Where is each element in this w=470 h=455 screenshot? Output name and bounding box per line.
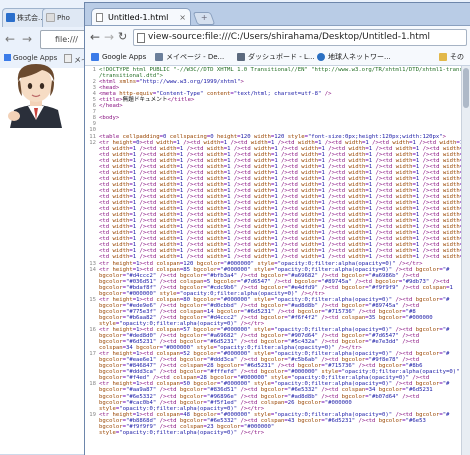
back-arrow-icon[interactable]: ← [90,30,100,44]
background-tab-label: 株式会... [17,14,45,22]
globe-icon [317,53,325,61]
reload-icon[interactable]: ↻ [118,30,127,44]
bookmark-label: その [450,53,464,61]
line-text: </head> [99,103,123,110]
view-source-content: 1 <!DOCTYPE html PUBLIC "-//W3C//DTD XHTM… [85,66,462,455]
tab-untitled-1[interactable]: Untitled-1.html × [91,8,191,25]
page-favicon-icon [46,13,55,22]
source-code-listing: 1 <!DOCTYPE html PUBLIC "-//W3C//DTD XHTM… [86,67,462,436]
address-bar[interactable]: view-source:file:///C:/Users/shirahama/D… [133,29,467,46]
page-icon [237,53,245,61]
line-number: 14 [89,266,96,273]
page-icon [137,33,145,43]
line-number: 15 [89,296,96,303]
bookmark-other[interactable]: その [439,51,464,63]
background-tab[interactable]: Pho [42,8,88,27]
line-number: 12 [89,139,96,146]
forward-arrow-icon[interactable]: → [104,30,114,44]
close-tab-icon[interactable]: × [179,9,186,25]
document-icon [96,13,103,22]
bookmark-label: Google Apps [102,53,147,61]
character-avatar-image [8,64,62,128]
source-line: style="opacity:0;filter:alpha(opacity=0)… [86,430,462,436]
scrollbar-thumb[interactable] [463,68,469,108]
back-arrow-icon[interactable]: ← [5,32,15,46]
navigation-toolbar: ← → ↻ view-source:file:///C:/Users/shira… [85,25,470,50]
background-url-text: file:/// [55,35,78,44]
background-tab-label: Pho [57,14,70,22]
bookmark-google-apps[interactable]: Google Apps [91,51,146,63]
vertical-scrollbar[interactable] [461,66,470,455]
site-favicon-icon [6,13,15,22]
tab-title: Untitled-1.html [108,13,169,22]
page-icon [155,53,163,61]
new-tab-label: + [200,13,208,22]
line-text: style="opacity:0;filter:alpha(opacity=0)… [99,429,265,436]
bookmark-dashboard[interactable]: ダッシュボード - L... [237,51,315,63]
folder-icon [439,53,447,61]
browser-window: Untitled-1.html × + ← → ↻ view-source:fi… [84,2,470,455]
bookmark-label: ダッシュボード - L... [248,53,315,61]
line-text: <html xmlns="http://www.w3.org/1999/xhtm… [99,79,244,86]
tab-strip: Untitled-1.html × + [85,3,470,25]
forward-arrow-icon[interactable]: → [22,32,32,46]
bookmark-label: メイページ - De... [166,53,225,61]
bookmarks-bar: Google Apps メイページ - De... ダッシュボード - L...… [85,49,470,66]
apps-grid-icon [91,53,99,61]
line-number: 19 [89,411,96,418]
new-tab-button[interactable]: + [192,12,216,25]
bookmark-earth-network[interactable]: 地球人ネットワー... [317,51,391,63]
url-text: view-source:file:///C:/Users/shirahama/D… [148,32,431,42]
bookmark-label: 地球人ネットワー... [328,53,391,61]
line-text: <body> [99,115,120,122]
bookmark-main-page[interactable]: メイページ - De... [155,51,224,63]
